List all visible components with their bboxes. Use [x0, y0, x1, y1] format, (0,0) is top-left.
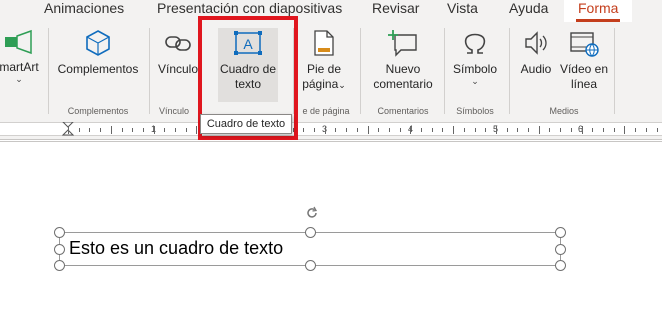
rotate-handle-icon[interactable] [305, 206, 319, 220]
new-comment-icon [388, 30, 417, 57]
horizontal-ruler: 1 2 3 4 5 6 [0, 118, 662, 140]
ruler-tick [389, 128, 390, 132]
ruler-tick [453, 126, 454, 134]
ruler-tick [442, 128, 443, 132]
tab-animaciones[interactable]: Animaciones [44, 0, 124, 22]
smartart-icon [5, 29, 32, 55]
ruler-tick [614, 128, 615, 132]
ruler-tick [346, 128, 347, 132]
resize-handle[interactable] [305, 260, 316, 271]
link-icon [165, 36, 191, 51]
ruler-tick [335, 128, 336, 132]
tab-vista[interactable]: Vista [447, 0, 478, 22]
ruler-tick [603, 128, 604, 132]
ruler-tick [539, 126, 540, 134]
resize-handle[interactable] [54, 227, 65, 238]
ruler-tick [400, 128, 401, 132]
tab-revisar[interactable]: Revisar [372, 0, 419, 22]
group-label-pie-de-pagina: e de página [302, 106, 350, 116]
ruler-tick [378, 128, 379, 132]
chevron-down-icon: ⌄ [15, 74, 23, 84]
video-en-linea-button[interactable]: Vídeo en línea [558, 28, 610, 92]
ruler-tick [560, 128, 561, 132]
divider [360, 28, 361, 114]
ruler-tick [410, 126, 411, 134]
nuevo-comentario-button[interactable]: Nuevo comentario [367, 28, 439, 92]
group-label-comentarios: Comentarios [377, 106, 429, 116]
ruler-tick [79, 128, 80, 132]
divider [509, 28, 510, 114]
ruler-tick [657, 128, 658, 132]
ruler-tick [186, 128, 187, 132]
ruler-tick [646, 128, 647, 132]
ruler-tick [421, 128, 422, 132]
ruler-tick [111, 126, 112, 134]
divider [149, 28, 150, 114]
ruler-tick [132, 128, 133, 132]
ruler-tick [517, 128, 518, 132]
audio-button[interactable]: Audio [516, 28, 556, 77]
ruler-tick [68, 126, 69, 134]
group-label-vinculo: Vínculo [159, 106, 190, 116]
omega-symbol-icon [464, 33, 486, 54]
ruler-tick [154, 126, 155, 134]
addins-hexagon-icon [86, 30, 110, 56]
ruler-tick [549, 128, 550, 132]
online-video-icon [570, 32, 599, 57]
ruler-tick [528, 128, 529, 132]
smartart-button[interactable]: martArt ⌄ [0, 28, 44, 84]
ribbon: martArt ⌄ Complementos Complementos Vínc… [0, 22, 662, 118]
ruler-tick [624, 126, 625, 134]
ruler-tick [314, 128, 315, 132]
group-label-simbolos: Símbolos [456, 106, 494, 116]
ruler-tick [143, 128, 144, 132]
text-box-content[interactable]: Esto es un cuadro de texto [69, 237, 283, 259]
chevron-down-icon: ⌄ [471, 76, 479, 86]
divider [444, 28, 445, 114]
ruler-tick [303, 128, 304, 132]
ruler-tick [100, 128, 101, 132]
ruler-tick [357, 128, 358, 132]
resize-handle[interactable] [54, 244, 65, 255]
ruler-tick [164, 128, 165, 132]
ruler-tick [432, 128, 433, 132]
ruler-tick [635, 128, 636, 132]
ruler-tick [475, 128, 476, 132]
slide-canvas[interactable]: Esto es un cuadro de texto [0, 141, 662, 316]
ruler-tick [464, 128, 465, 132]
ruler-tick [325, 126, 326, 134]
ruler-tick [89, 128, 90, 132]
resize-handle[interactable] [555, 227, 566, 238]
resize-handle[interactable] [555, 260, 566, 271]
simbolo-button[interactable]: Símbolo ⌄ [450, 28, 500, 86]
divider [614, 28, 615, 114]
resize-handle[interactable] [305, 227, 316, 238]
ribbon-tabs: Animaciones Presentación con diapositiva… [0, 0, 662, 22]
ruler-tick [496, 126, 497, 134]
ruler-tick [368, 126, 369, 134]
ruler-tick [485, 128, 486, 132]
resize-handle[interactable] [555, 244, 566, 255]
tab-ayuda[interactable]: Ayuda [509, 0, 548, 22]
ruler-tick [592, 128, 593, 132]
vinculo-button[interactable]: Vínculo [155, 28, 201, 77]
ruler-tick [196, 126, 197, 134]
chevron-down-icon: ⌄ [338, 80, 346, 90]
resize-handle[interactable] [54, 260, 65, 271]
ruler-strip: 1 2 3 4 5 6 [0, 122, 662, 136]
ruler-tick [571, 128, 572, 132]
tooltip: Cuadro de texto [200, 114, 292, 134]
complementos-button[interactable]: Complementos [55, 28, 141, 77]
footer-page-icon [314, 30, 334, 56]
pie-de-pagina-button[interactable]: Pie de página⌄ [300, 28, 348, 93]
divider [48, 28, 49, 114]
group-label-medios: Medios [549, 106, 579, 116]
ruler-tick [507, 128, 508, 132]
ruler-tick [582, 126, 583, 134]
group-label-complementos: Complementos [67, 106, 129, 116]
speaker-icon [525, 31, 547, 55]
ruler-tick [175, 128, 176, 132]
tab-forma[interactable]: Forma [564, 0, 633, 22]
ruler-tick [122, 128, 123, 132]
